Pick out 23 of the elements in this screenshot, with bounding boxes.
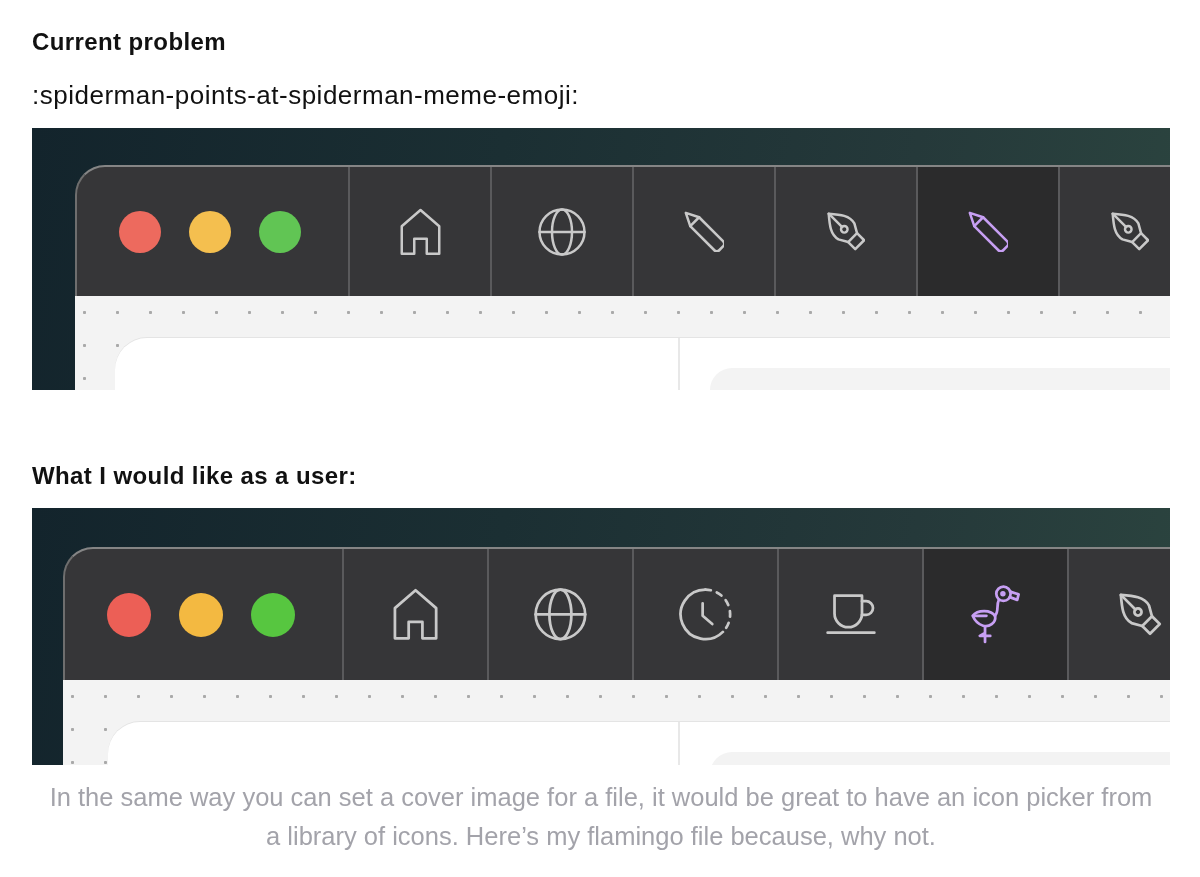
- globe-icon: [538, 207, 586, 256]
- flamingo-icon: [970, 585, 1021, 644]
- window-control-icon[interactable]: [119, 210, 161, 253]
- pencil-icon: [683, 211, 725, 252]
- house-icon: [399, 207, 441, 256]
- pencil-icon: [967, 211, 1009, 252]
- window-control-icon[interactable]: [189, 210, 231, 253]
- window-control-icon[interactable]: [251, 592, 295, 637]
- section-heading: What I would like as a user:: [32, 462, 358, 490]
- shortcode-text: :spiderman-points-at-spiderman-meme-emoji:: [32, 82, 580, 108]
- house-icon: [392, 588, 439, 641]
- image-caption: In the same way you can set a cover image for a file, it would be great to have an icon picker from a library of icons. Here’s my flamingo file because, why not.: [48, 782, 1154, 852]
- tab[interactable]: [924, 549, 1069, 680]
- pen-nib-icon: [826, 212, 866, 251]
- window-control-icon[interactable]: [179, 592, 223, 637]
- window-control-icon[interactable]: [259, 210, 301, 253]
- section-heading: Current problem: [32, 28, 227, 56]
- clock-icon: [679, 588, 732, 641]
- globe-icon: [534, 588, 587, 641]
- cup-icon: [825, 594, 876, 635]
- pen-nib-icon: [1110, 212, 1150, 251]
- pen-nib-icon: [1119, 593, 1162, 636]
- window-control-icon[interactable]: [107, 592, 151, 637]
